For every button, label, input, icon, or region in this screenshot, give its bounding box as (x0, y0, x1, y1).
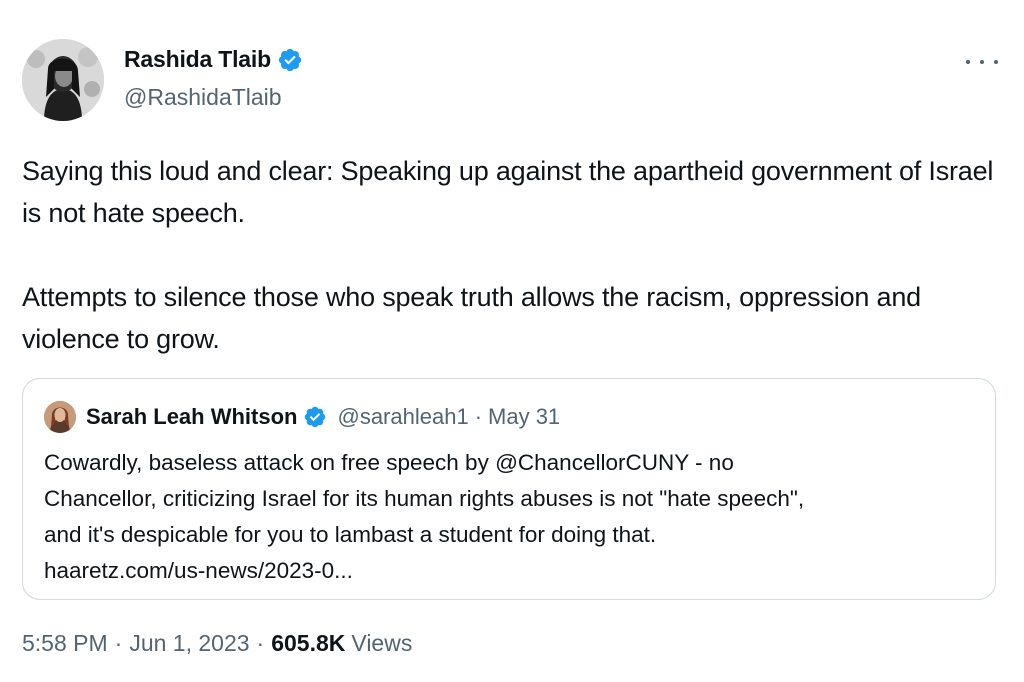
author-handle[interactable]: @RashidaTlaib (124, 84, 282, 111)
author-name-row: Rashida Tlaib (124, 46, 303, 73)
author-name[interactable]: Rashida Tlaib (124, 46, 271, 73)
quoted-author-avatar (44, 401, 76, 433)
quoted-tweet-header: Sarah Leah Whitson @sarahleah1 · May 31 (44, 401, 560, 433)
quoted-text-line: Chancellor, criticizing Israel for its h… (44, 486, 805, 511)
separator-dot: · (256, 630, 265, 656)
more-options-icon[interactable] (966, 52, 998, 72)
quoted-tweet-text: Cowardly, baseless attack on free speech… (44, 445, 979, 589)
verified-badge-icon (277, 47, 303, 73)
quoted-author-handle[interactable]: @sarahleah1 (337, 404, 468, 430)
quoted-tweet[interactable]: Sarah Leah Whitson @sarahleah1 · May 31 … (22, 378, 996, 600)
quoted-text-line: and it's despicable for you to lambast a… (44, 522, 657, 547)
verified-badge-icon (303, 405, 327, 429)
quoted-author-name[interactable]: Sarah Leah Whitson (86, 404, 297, 430)
views-count: 605.8K (271, 630, 346, 656)
tweet-text: Saying this loud and clear: Speaking up … (22, 150, 1007, 360)
tweet-meta: 5:58 PM · Jun 1, 2023 · 605.8K Views (22, 630, 412, 657)
tweet-time[interactable]: 5:58 PM (22, 630, 108, 657)
tweet-paragraph: Saying this loud and clear: Speaking up … (22, 156, 994, 228)
separator-dot: · (474, 404, 483, 429)
quoted-text-line: Cowardly, baseless attack on free speech… (44, 450, 734, 475)
quoted-tweet-date[interactable]: May 31 (488, 404, 560, 430)
views-label: Views (351, 630, 413, 656)
tweet-card: Rashida Tlaib @RashidaTlaib Saying this … (0, 0, 1024, 682)
tweet-date[interactable]: Jun 1, 2023 (129, 630, 249, 657)
author-avatar[interactable] (22, 39, 104, 121)
separator-dot: · (114, 630, 123, 656)
quoted-link[interactable]: haaretz.com/us-news/2023-0... (44, 553, 979, 589)
tweet-paragraph: Attempts to silence those who speak trut… (22, 282, 921, 354)
